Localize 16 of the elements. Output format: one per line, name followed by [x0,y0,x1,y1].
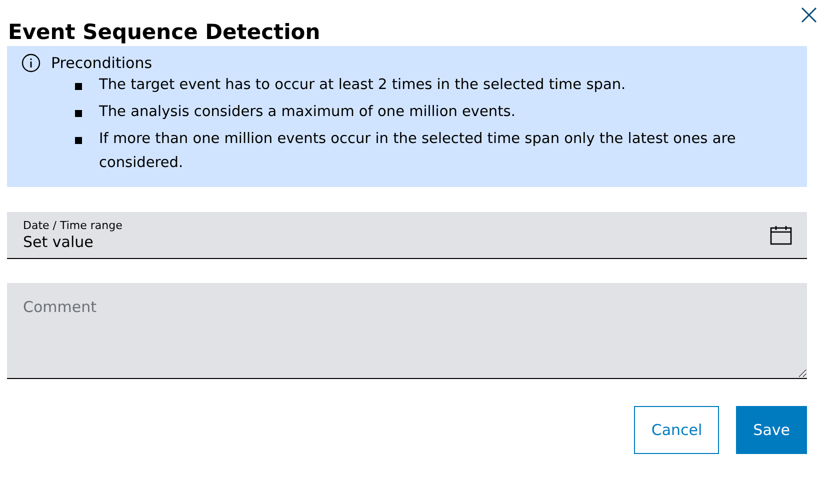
comment-field[interactable]: Comment [7,283,807,379]
calendar-icon[interactable] [770,225,792,245]
notice-item: The target event has to occur at least 2 times in the selected time span. [99,76,626,95]
save-button[interactable]: Save [736,406,807,454]
bullet-icon [75,110,82,117]
cancel-button[interactable]: Cancel [634,406,720,454]
info-icon [21,53,41,73]
bullet-icon [75,83,82,90]
notice-item: If more than one million events occur in the selected time span only the latest ones are considered. [99,130,737,173]
notice-heading: Preconditions [51,54,152,72]
notice-item: The analysis considers a maximum of one million events. [99,103,516,122]
date-range-field[interactable]: Date / Time range Set value [7,212,807,259]
field-value: Set value [23,233,94,251]
field-label: Date / Time range [23,219,122,233]
bullet-icon [75,137,82,144]
dialog-title: Event Sequence Detection [7,19,322,46]
